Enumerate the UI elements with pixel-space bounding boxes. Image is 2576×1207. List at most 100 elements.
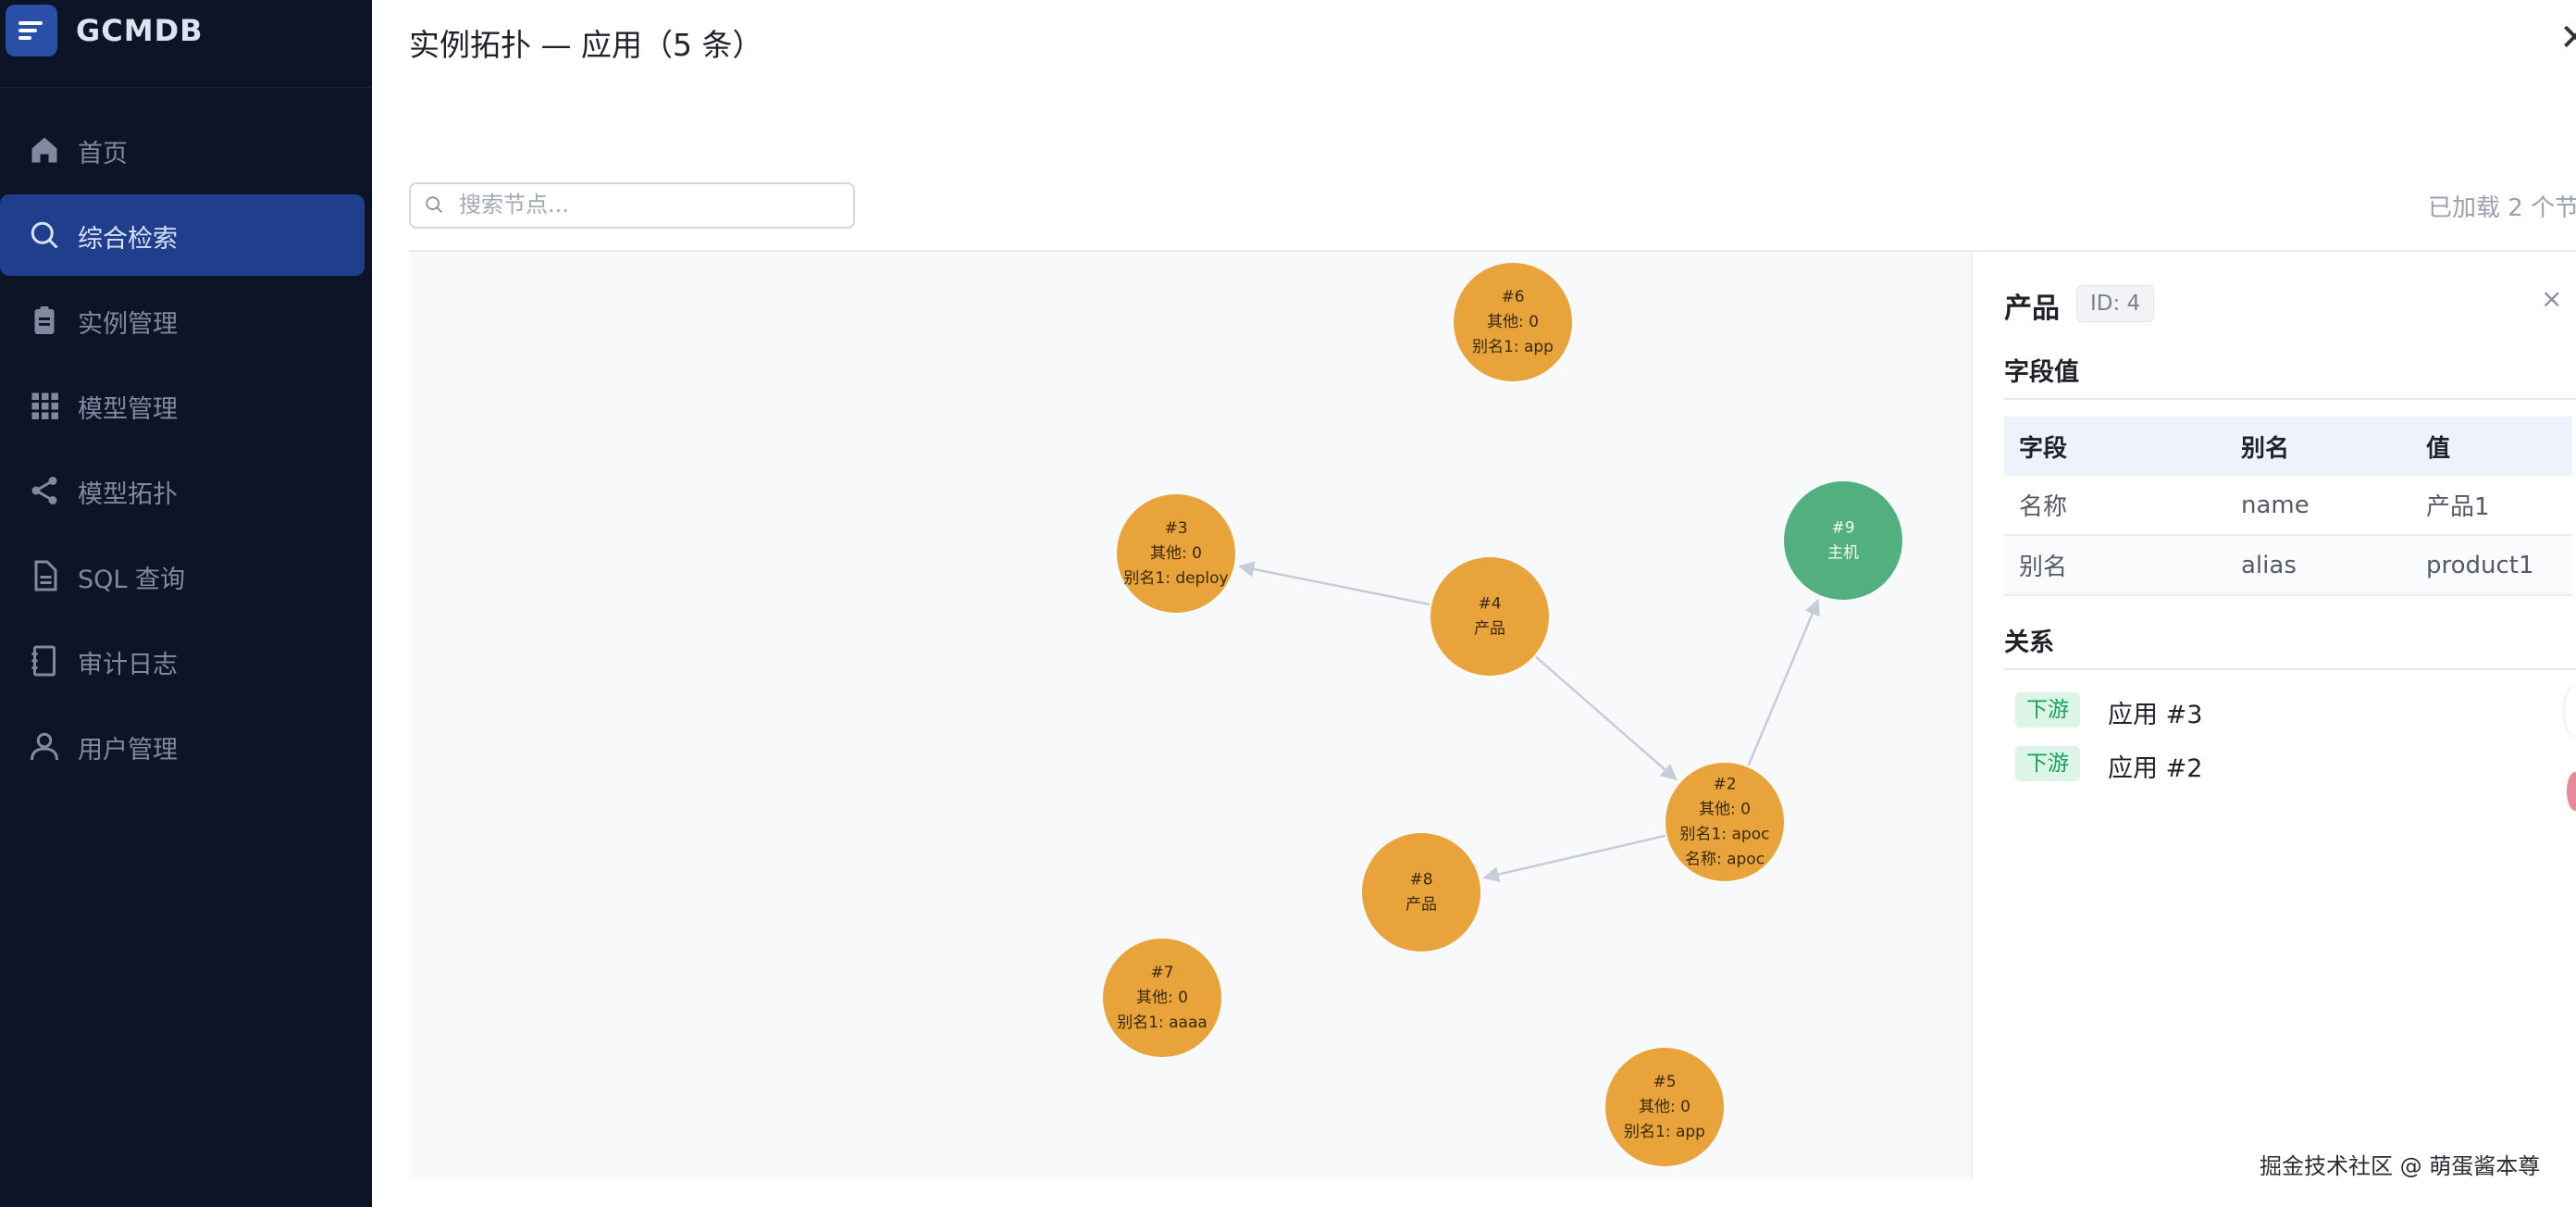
sidebar-item-label: 综合检索 bbox=[78, 225, 178, 254]
notebook-icon bbox=[31, 645, 56, 677]
table-row: 名称 name 产品1 bbox=[2004, 476, 2572, 536]
graph-node[interactable]: #6 其他: 0 别名1: app bbox=[1454, 263, 1572, 381]
sidebar-item-label: 用户管理 bbox=[78, 736, 178, 765]
node-label: 别名1: aaaa bbox=[1117, 1014, 1208, 1032]
sidebar-item-home[interactable]: 首页 bbox=[0, 109, 365, 191]
sidebar-item-users[interactable]: 用户管理 bbox=[0, 705, 365, 787]
loaded-count-text: 已加载 2 个节 bbox=[2428, 194, 2576, 222]
brand-header: GCMDB bbox=[0, 0, 372, 88]
node-label: #2 bbox=[1713, 776, 1736, 794]
column-header: 值 bbox=[2411, 417, 2572, 476]
node-label: #7 bbox=[1150, 964, 1173, 982]
sidebar-item-label: 模型拓扑 bbox=[78, 480, 178, 509]
document-icon bbox=[34, 560, 57, 591]
graph-edge bbox=[1237, 561, 1430, 606]
user-icon bbox=[31, 732, 58, 761]
sidebar-item-label: 模型管理 bbox=[78, 395, 178, 424]
node-label: #3 bbox=[1164, 519, 1187, 538]
sidebar-item-audit-log[interactable]: 审计日志 bbox=[0, 620, 365, 702]
node-circle[interactable] bbox=[1362, 833, 1480, 952]
column-header: 别名 bbox=[2226, 417, 2411, 476]
node-detail-panel: 产品 ID: 4 × 字段值 字段 别名 值 名称 name 产品1 别名 al… bbox=[1971, 250, 2576, 1179]
share-icon bbox=[31, 477, 57, 504]
fields-table: 字段 别名 值 名称 name 产品1 别名 alias product1 bbox=[2004, 417, 2572, 596]
node-search[interactable] bbox=[409, 182, 855, 229]
menu-toggle-icon[interactable] bbox=[6, 5, 57, 56]
drawer-title: 实例拓扑 — 应用（5 条） bbox=[409, 27, 763, 63]
node-label: 别名1: deploy bbox=[1123, 569, 1228, 588]
sidebar-item-label: 首页 bbox=[78, 140, 128, 168]
graph-node[interactable]: #7 其他: 0 别名1: aaaa bbox=[1103, 939, 1221, 1057]
relation-direction-tag: 下游 bbox=[2015, 746, 2080, 781]
table-header-row: 字段 别名 值 bbox=[2004, 417, 2572, 476]
clipboard-icon bbox=[34, 306, 55, 334]
node-label: 其他: 0 bbox=[1487, 313, 1539, 331]
node-label: 其他: 0 bbox=[1136, 989, 1188, 1007]
node-circle[interactable] bbox=[1430, 557, 1549, 676]
sidebar: GCMDB 首页 综合检索 实例管理 模型管理 模型拓扑 SQL 查询 审计日志… bbox=[0, 0, 372, 1207]
node-label: 别名1: app bbox=[1472, 338, 1554, 356]
node-label: 名称: apoc bbox=[1685, 851, 1765, 869]
fields-heading: 字段值 bbox=[2004, 358, 2079, 387]
app-title: GCMDB bbox=[76, 13, 204, 48]
node-label: 别名1: app bbox=[1624, 1123, 1705, 1141]
search-input[interactable] bbox=[457, 190, 840, 219]
sidebar-item-label: SQL 查询 bbox=[78, 566, 186, 594]
close-icon[interactable]: × bbox=[2541, 283, 2562, 314]
node-label: #9 bbox=[1831, 519, 1854, 538]
node-label: #8 bbox=[1409, 871, 1432, 890]
node-label: 别名1: apoc bbox=[1680, 826, 1770, 844]
relation-target-link[interactable]: 应用 #3 bbox=[2108, 694, 2202, 730]
table-cell: alias bbox=[2226, 535, 2411, 596]
graph-node[interactable]: #3 其他: 0 别名1: deploy bbox=[1117, 494, 1235, 613]
node-label: #5 bbox=[1653, 1073, 1676, 1091]
relation-direction-tag: 下游 bbox=[2015, 692, 2080, 728]
node-label: 主机 bbox=[1827, 544, 1859, 563]
node-label: 产品 bbox=[1474, 620, 1505, 639]
table-cell: name bbox=[2226, 476, 2411, 536]
sidebar-item-models[interactable]: 模型管理 bbox=[0, 365, 365, 446]
relations-heading: 关系 bbox=[2004, 628, 2054, 657]
sidebar-item-model-topology[interactable]: 模型拓扑 bbox=[0, 450, 365, 531]
home-icon bbox=[31, 137, 57, 163]
graph-edge bbox=[1482, 834, 1666, 883]
relation-target-link[interactable]: 应用 #2 bbox=[2108, 748, 2202, 784]
grid-icon bbox=[31, 392, 58, 419]
sidebar-item-label: 审计日志 bbox=[78, 651, 178, 679]
sidebar-item-instances[interactable]: 实例管理 bbox=[0, 280, 365, 361]
table-cell: 名称 bbox=[2004, 476, 2226, 536]
watermark: 掘金技术社区 @ 萌蛋酱本尊 bbox=[2260, 1153, 2541, 1179]
sidebar-item-sql[interactable]: SQL 查询 bbox=[0, 535, 365, 616]
topology-canvas[interactable]: #6 其他: 0 别名1: app #3 其他: 0 别名1: deploy #4 产品 #9 主… bbox=[409, 250, 1971, 1179]
graph-node[interactable]: #9 主机 bbox=[1784, 481, 1902, 600]
graph-edge bbox=[1747, 598, 1820, 766]
sidebar-item-search[interactable]: 综合检索 bbox=[0, 194, 365, 276]
close-icon[interactable]: ✕ bbox=[2559, 17, 2576, 59]
topology-graph[interactable]: #6 其他: 0 别名1: app #3 其他: 0 别名1: deploy #4 产品 #9 主… bbox=[409, 252, 1971, 1179]
table-cell: 产品1 bbox=[2411, 476, 2572, 536]
node-label: 其他: 0 bbox=[1639, 1098, 1690, 1116]
search-icon bbox=[426, 196, 442, 213]
table-row: 别名 alias product1 bbox=[2004, 535, 2572, 596]
node-circle[interactable] bbox=[1784, 481, 1902, 600]
node-id-badge: ID: 4 bbox=[2076, 285, 2155, 322]
table-cell: 别名 bbox=[2004, 535, 2226, 596]
graph-node[interactable]: #2 其他: 0 别名1: apoc 名称: apoc bbox=[1666, 763, 1784, 881]
sidebar-item-label: 实例管理 bbox=[78, 310, 178, 339]
search-icon bbox=[31, 221, 58, 249]
graph-node[interactable]: #4 产品 bbox=[1430, 557, 1549, 676]
node-label: 其他: 0 bbox=[1699, 801, 1751, 819]
floating-action-button[interactable] bbox=[2567, 772, 2576, 811]
column-header: 字段 bbox=[2004, 417, 2226, 476]
table-cell: product1 bbox=[2411, 535, 2572, 596]
detail-title: 产品 bbox=[2004, 292, 2060, 325]
divider bbox=[2004, 398, 2576, 400]
node-label: #6 bbox=[1501, 288, 1524, 306]
node-label: #4 bbox=[1478, 595, 1501, 614]
divider bbox=[2004, 668, 2576, 670]
graph-node[interactable]: #5 其他: 0 别名1: app bbox=[1605, 1048, 1724, 1166]
graph-node[interactable]: #8 产品 bbox=[1362, 833, 1480, 952]
floating-handle[interactable] bbox=[2565, 687, 2576, 735]
node-label: 产品 bbox=[1406, 896, 1437, 915]
graph-edge bbox=[1534, 655, 1678, 781]
